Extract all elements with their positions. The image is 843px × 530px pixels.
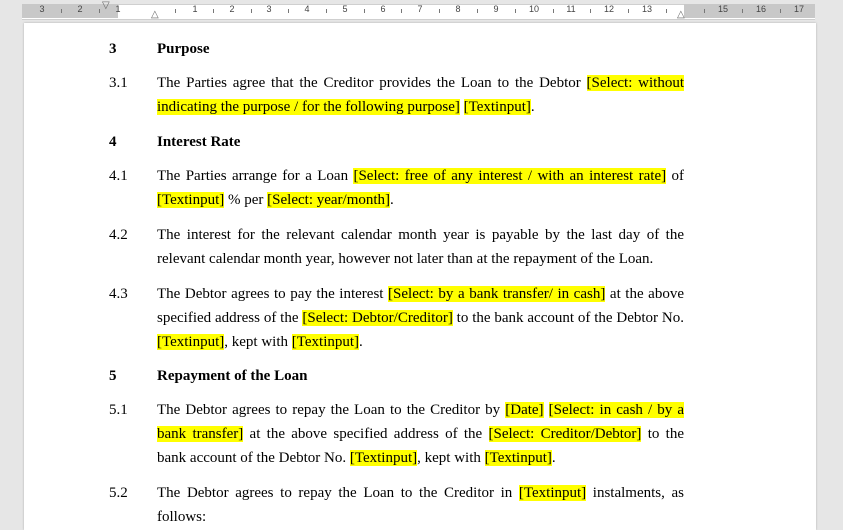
- ruler-number: 3: [266, 4, 272, 14]
- repayment-party-select-field[interactable]: [Select: Creditor/Debtor]: [488, 426, 642, 442]
- ruler-tick: [288, 9, 289, 13]
- ruler-tick: [364, 9, 365, 13]
- ruler-tick: [704, 9, 705, 13]
- clause-text-run: .: [530, 99, 535, 115]
- ruler-number: 3: [39, 4, 45, 14]
- clause-text: The Parties arrange for a Loan [Select: …: [157, 164, 684, 212]
- ruler-tick: [326, 9, 327, 13]
- ruler-tick: [61, 9, 62, 13]
- repayment-account-input-field[interactable]: [Textinput]: [349, 450, 418, 466]
- clause-text-run: , kept with: [224, 334, 292, 350]
- clause-text-run: at the above specified address of the: [243, 426, 489, 442]
- clause-text: The Debtor agrees to repay the Loan to t…: [157, 481, 684, 529]
- ruler-tick: [439, 9, 440, 13]
- section-number: 5: [109, 368, 117, 384]
- ruler-number: 7: [417, 4, 423, 14]
- bank-name-input-field[interactable]: [Textinput]: [291, 334, 360, 350]
- ruler-tick: [99, 9, 100, 13]
- ruler-tick: [590, 9, 591, 13]
- interest-type-select-field[interactable]: [Select: free of any interest / with an …: [353, 168, 667, 184]
- clause-number: 5.1: [109, 402, 128, 418]
- ruler-tick: [780, 9, 781, 13]
- purpose-text-input-field[interactable]: [Textinput]: [463, 99, 531, 115]
- hanging-indent-marker[interactable]: △: [151, 10, 159, 20]
- ruler-number: 11: [566, 4, 576, 14]
- interest-period-select-field[interactable]: [Select: year/month]: [267, 192, 391, 208]
- clause-text-run: The Debtor agrees to repay the Loan to t…: [157, 402, 506, 418]
- first-line-indent-marker[interactable]: ▽: [102, 1, 110, 11]
- section-title: Purpose: [157, 41, 210, 57]
- clause-text-run: The Debtor agrees to repay the Loan to t…: [157, 485, 519, 501]
- document-page[interactable]: 3 Purpose 3.1 The Parties agree that the…: [24, 23, 816, 530]
- instalments-count-input-field[interactable]: [Textinput]: [518, 485, 587, 501]
- party-select-field[interactable]: [Select: Debtor/Creditor]: [302, 310, 453, 326]
- horizontal-ruler[interactable]: 3 2 1 1 2 3 4 5 6 7 8 9 10 11 12 13 15 1…: [0, 0, 843, 22]
- ruler-number: 15: [717, 4, 729, 14]
- ruler-tick: [251, 9, 252, 13]
- ruler-number: 2: [229, 4, 235, 14]
- ruler-number: 2: [77, 4, 83, 14]
- right-indent-marker[interactable]: △: [677, 10, 685, 20]
- section-title: Repayment of the Loan: [157, 368, 308, 384]
- clause-text-run: of: [666, 168, 684, 184]
- clause-text-run: % per: [224, 192, 268, 208]
- ruler-number: 1: [115, 4, 121, 14]
- repayment-bank-input-field[interactable]: [Textinput]: [484, 450, 552, 466]
- payment-method-select-field[interactable]: [Select: by a bank transfer/ in cash]: [388, 286, 606, 302]
- clause-text-run: The Parties agree that the Creditor prov…: [157, 75, 587, 91]
- section-number: 4: [109, 134, 117, 150]
- clause-text: The Debtor agrees to pay the interest [S…: [157, 282, 684, 354]
- clause-text: The Parties agree that the Creditor prov…: [157, 71, 685, 119]
- ruler-number: 5: [342, 4, 348, 14]
- clause-text-run: .: [551, 450, 556, 466]
- section-title: Interest Rate: [157, 134, 241, 150]
- section-number: 3: [109, 41, 117, 57]
- ruler-number: 10: [528, 4, 540, 14]
- ruler-tick: [742, 9, 743, 13]
- ruler-tick: [553, 9, 554, 13]
- ruler-number: 17: [793, 4, 805, 14]
- clause-number: 4.2: [109, 227, 128, 243]
- ruler-tick: [515, 9, 516, 13]
- clause-number: 4.3: [109, 286, 128, 302]
- account-number-input-field[interactable]: [Textinput]: [157, 334, 225, 350]
- ruler-tick: [213, 9, 214, 13]
- ruler-number: 8: [455, 4, 461, 14]
- clause-number: 4.1: [109, 168, 128, 184]
- clause-text-run: The Debtor agrees to pay the interest: [157, 286, 389, 302]
- clause-text-run: [544, 402, 549, 418]
- ruler-tick: [401, 9, 402, 13]
- ruler-number: 12: [603, 4, 615, 14]
- ruler-number: 6: [380, 4, 386, 14]
- ruler-number: 4: [304, 4, 310, 14]
- ruler-number: 1: [192, 4, 198, 14]
- clause-text-run: .: [359, 334, 363, 350]
- ruler-number: 16: [755, 4, 767, 14]
- clause-number: 5.2: [109, 485, 128, 501]
- clause-text: The interest for the relevant calendar m…: [157, 227, 684, 267]
- interest-rate-input-field[interactable]: [Textinput]: [157, 192, 225, 208]
- ruler-number: 9: [493, 4, 499, 14]
- clause-text: The Debtor agrees to repay the Loan to t…: [157, 398, 684, 470]
- ruler-number: 13: [641, 4, 653, 14]
- clause-text-run: to the bank account of the Debtor No.: [452, 310, 684, 326]
- ruler-tick: [666, 9, 667, 13]
- clause-number: 3.1: [109, 75, 128, 91]
- clause-text-run: .: [390, 192, 394, 208]
- clause-text-run: , kept with: [417, 450, 485, 466]
- repayment-date-field[interactable]: [Date]: [505, 402, 544, 418]
- clause-text-run: The Parties arrange for a Loan: [157, 168, 354, 184]
- ruler-tick: [628, 9, 629, 13]
- ruler-tick: [175, 9, 176, 13]
- ruler-tick: [477, 9, 478, 13]
